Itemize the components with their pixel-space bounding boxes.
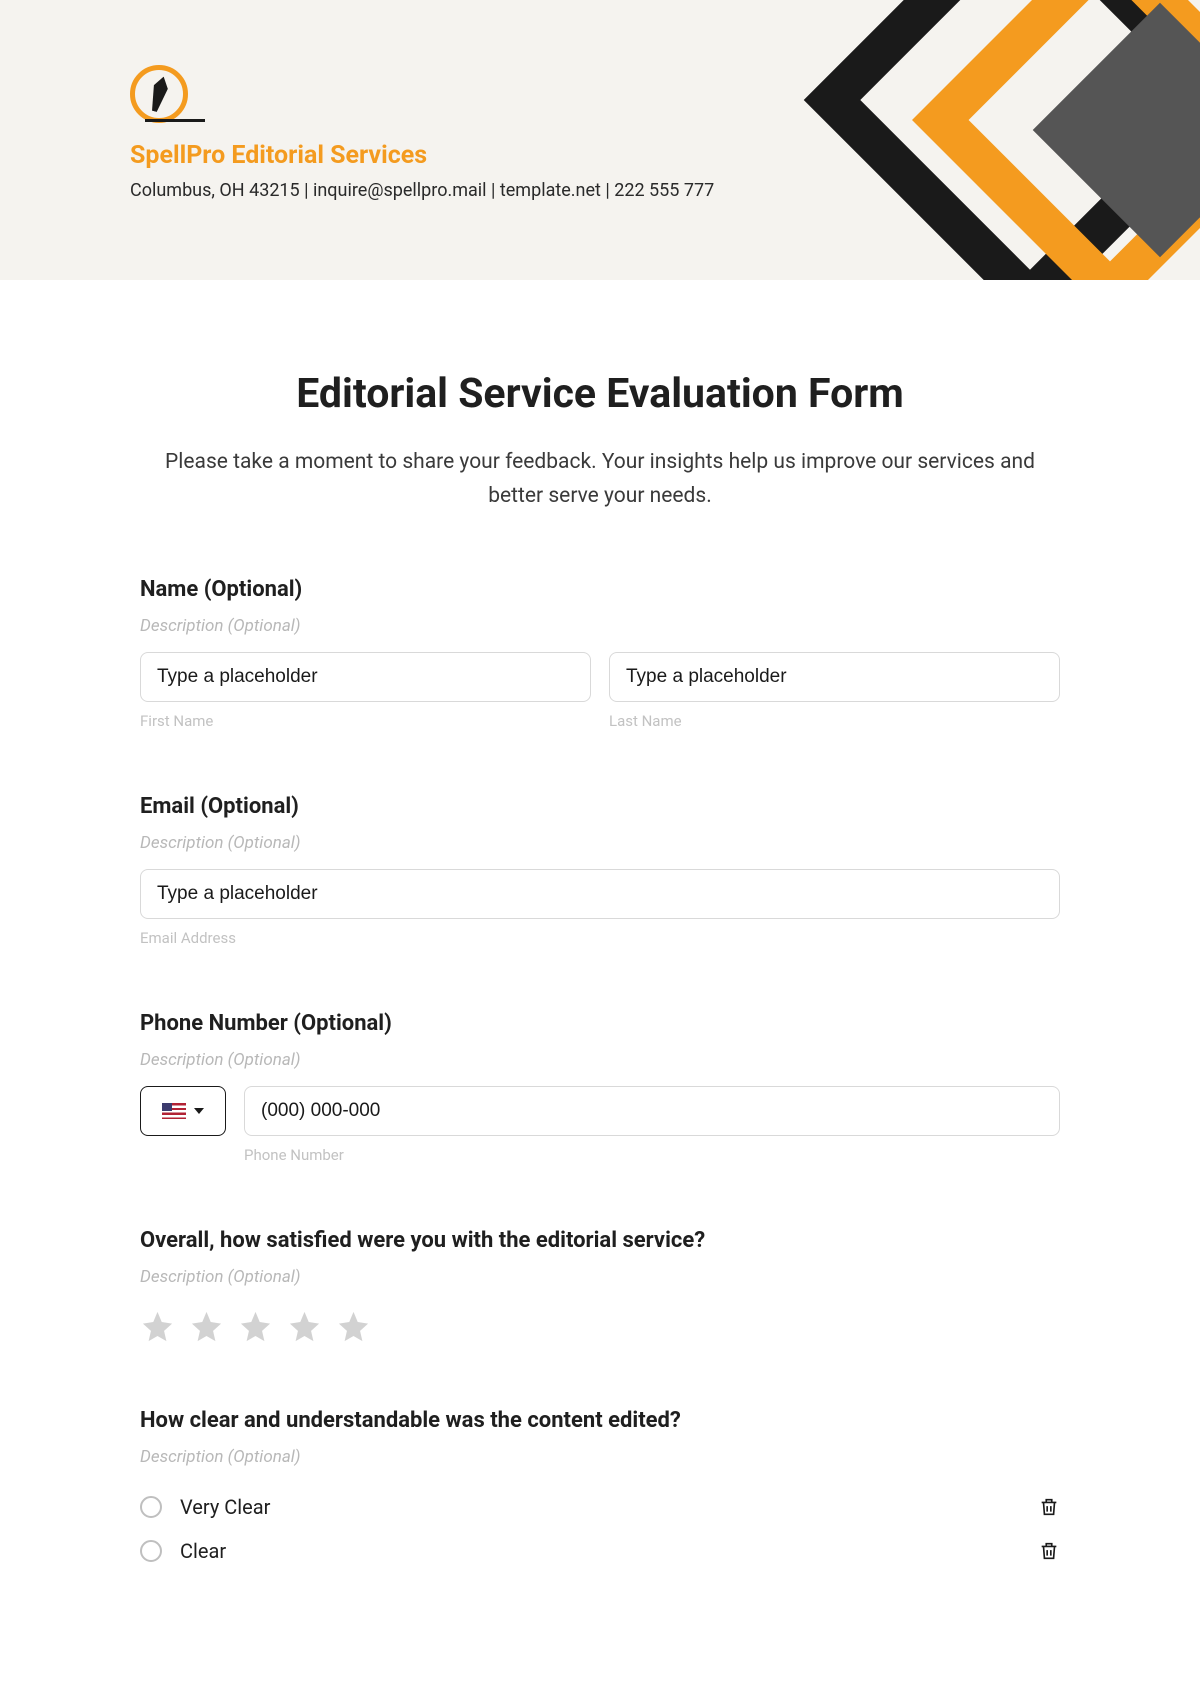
delete-option-very-clear[interactable] bbox=[1038, 1496, 1060, 1518]
clarity-description: Description (Optional) bbox=[140, 1447, 1060, 1467]
phone-label: Phone Number (Optional) bbox=[140, 1011, 1060, 1036]
last-name-input[interactable] bbox=[609, 652, 1060, 702]
us-flag-icon bbox=[162, 1103, 186, 1119]
satisfaction-description: Description (Optional) bbox=[140, 1267, 1060, 1287]
delete-option-clear[interactable] bbox=[1038, 1540, 1060, 1562]
star-2[interactable] bbox=[189, 1309, 224, 1344]
phone-field-block: Phone Number (Optional) Description (Opt… bbox=[140, 1011, 1060, 1164]
phone-input[interactable] bbox=[244, 1086, 1060, 1136]
radio-clear[interactable] bbox=[140, 1540, 162, 1562]
email-input[interactable] bbox=[140, 869, 1060, 919]
email-label: Email (Optional) bbox=[140, 794, 1060, 819]
satisfaction-field-block: Overall, how satisfied were you with the… bbox=[140, 1228, 1060, 1344]
last-name-sublabel: Last Name bbox=[609, 712, 1060, 730]
name-description: Description (Optional) bbox=[140, 616, 1060, 636]
page-header: SpellPro Editorial Services Columbus, OH… bbox=[0, 0, 1200, 280]
star-3[interactable] bbox=[238, 1309, 273, 1344]
form-intro: Please take a moment to share your feedb… bbox=[140, 446, 1060, 513]
clarity-field-block: How clear and understandable was the con… bbox=[140, 1408, 1060, 1573]
star-4[interactable] bbox=[287, 1309, 322, 1344]
name-field-block: Name (Optional) Description (Optional) F… bbox=[140, 577, 1060, 730]
clarity-options: Very Clear Clear bbox=[140, 1485, 1060, 1573]
first-name-input[interactable] bbox=[140, 652, 591, 702]
clarity-option-clear: Clear bbox=[140, 1529, 1060, 1573]
clarity-option-very-clear: Very Clear bbox=[140, 1485, 1060, 1529]
satisfaction-label: Overall, how satisfied were you with the… bbox=[140, 1228, 1060, 1253]
radio-label-very-clear: Very Clear bbox=[180, 1495, 1038, 1519]
star-rating bbox=[140, 1309, 1060, 1344]
radio-very-clear[interactable] bbox=[140, 1496, 162, 1518]
radio-label-clear: Clear bbox=[180, 1539, 1038, 1563]
form-container: Editorial Service Evaluation Form Please… bbox=[140, 280, 1060, 1633]
phone-description: Description (Optional) bbox=[140, 1050, 1060, 1070]
pen-nib-icon bbox=[143, 74, 175, 115]
logo-underline bbox=[145, 119, 205, 122]
star-1[interactable] bbox=[140, 1309, 175, 1344]
email-description: Description (Optional) bbox=[140, 833, 1060, 853]
form-title: Editorial Service Evaluation Form bbox=[140, 370, 1060, 418]
country-code-selector[interactable] bbox=[140, 1086, 226, 1136]
chevron-down-icon bbox=[194, 1108, 204, 1114]
phone-sublabel: Phone Number bbox=[244, 1146, 1060, 1164]
first-name-sublabel: First Name bbox=[140, 712, 591, 730]
clarity-label: How clear and understandable was the con… bbox=[140, 1408, 1060, 1433]
email-field-block: Email (Optional) Description (Optional) … bbox=[140, 794, 1060, 947]
hero-decoration bbox=[820, 0, 1200, 280]
email-sublabel: Email Address bbox=[140, 929, 1060, 947]
name-label: Name (Optional) bbox=[140, 577, 1060, 602]
logo bbox=[130, 65, 188, 123]
star-5[interactable] bbox=[336, 1309, 371, 1344]
